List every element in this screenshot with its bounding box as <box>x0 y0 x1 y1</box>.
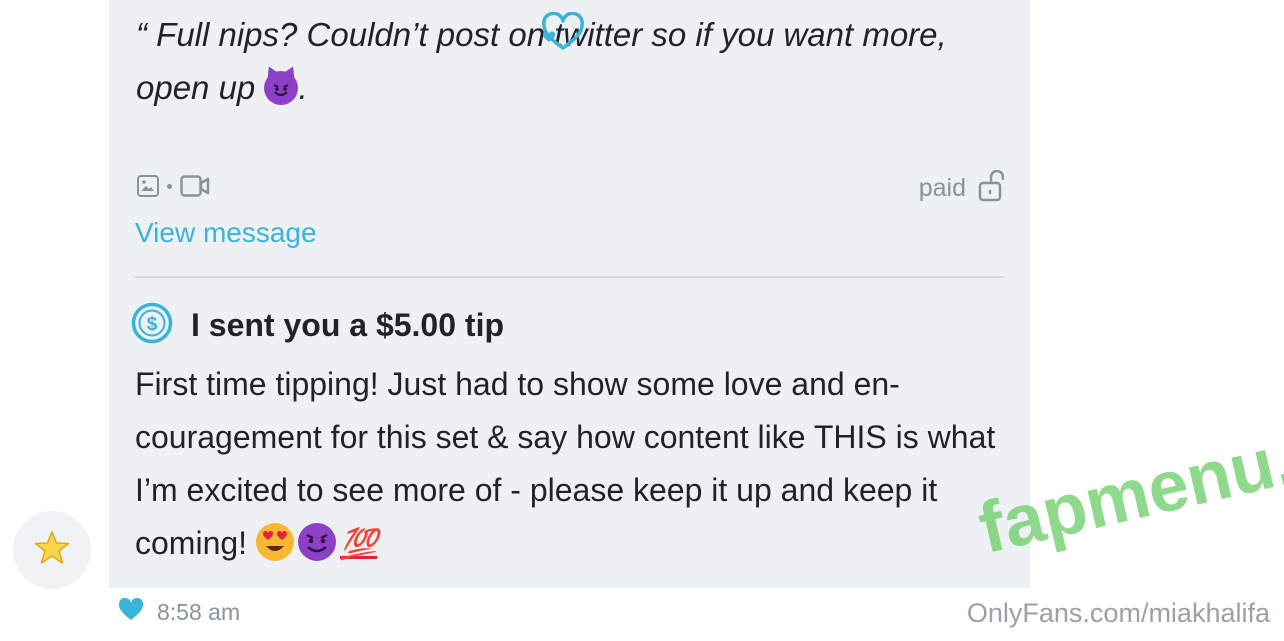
tip-title: I sent you a $5.00 tip <box>191 307 504 343</box>
separator-dot <box>167 183 172 189</box>
favorite-button[interactable] <box>13 511 91 589</box>
unlock-icon <box>978 169 1005 207</box>
divider <box>135 276 1004 278</box>
heart-outline-icon <box>539 11 587 52</box>
star-icon <box>33 530 71 571</box>
heart-icon[interactable] <box>118 597 144 627</box>
dollar-circle-icon: $ <box>131 302 173 349</box>
quote-end: . <box>298 69 308 106</box>
message-footer: 8:58 am <box>118 597 241 627</box>
tip-message: First time tipping! Just had to show som… <box>135 358 1010 571</box>
hundred-emoji: 💯 <box>339 528 378 561</box>
message-time: 8:58 am <box>157 599 241 625</box>
devil-emoji <box>264 71 299 105</box>
paid-status: paid <box>918 169 1005 207</box>
media-types <box>137 172 210 200</box>
credit-watermark: OnlyFans.com/miakhalifa <box>966 598 1270 628</box>
paid-label: paid <box>918 174 966 202</box>
video-icon <box>180 175 210 197</box>
view-message-link[interactable]: View message <box>135 217 317 249</box>
tip-header: $ I sent you a $5.00 tip <box>131 302 504 349</box>
heart-eyes-emoji <box>255 523 294 561</box>
image-icon <box>137 175 159 197</box>
devil-emoji <box>297 523 336 561</box>
chat-screen: “ Full nips? Couldn’t post on twitter so… <box>0 0 1284 641</box>
message-bubble: “ Full nips? Couldn’t post on twitter so… <box>109 0 1030 588</box>
svg-text:$: $ <box>147 314 158 335</box>
